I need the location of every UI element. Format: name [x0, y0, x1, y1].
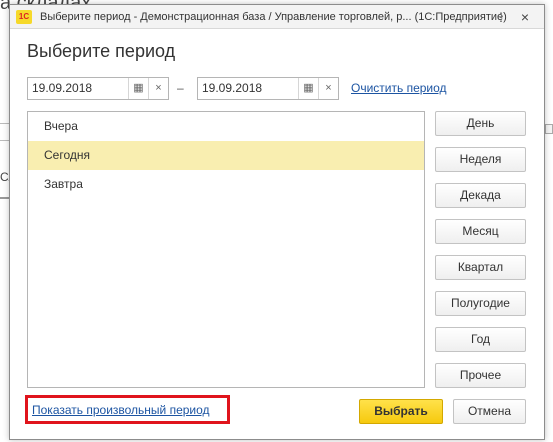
cancel-button[interactable]: Отмена: [453, 399, 526, 424]
half-year-button[interactable]: Полугодие: [435, 291, 526, 316]
date-range-dash: –: [177, 81, 184, 95]
date-to-field[interactable]: 19.09.2018 ▦ ×: [197, 77, 339, 100]
date-to-value[interactable]: 19.09.2018: [198, 78, 298, 99]
quarter-button[interactable]: Квартал: [435, 255, 526, 280]
close-icon[interactable]: ×: [516, 8, 534, 26]
show-custom-period-link[interactable]: Показать произвольный период: [32, 403, 210, 417]
day-button[interactable]: День: [435, 111, 526, 136]
dialog-heading: Выберите период: [27, 41, 176, 61]
select-period-dialog: 1С Выберите период - Демонстрационная ба…: [9, 4, 545, 440]
choose-button[interactable]: Выбрать: [359, 399, 443, 424]
calendar-icon[interactable]: ▦: [128, 78, 148, 99]
list-item-yesterday[interactable]: Вчера: [28, 112, 424, 141]
window-title: Выберите период - Демонстрационная база …: [40, 10, 507, 23]
clear-date-icon[interactable]: ×: [318, 78, 338, 99]
highlight-box: Показать произвольный период: [25, 395, 230, 424]
date-from-value[interactable]: 19.09.2018: [28, 78, 128, 99]
month-button[interactable]: Месяц: [435, 219, 526, 244]
clear-period-link[interactable]: Очистить период: [351, 81, 447, 95]
more-menu-icon[interactable]: ⋮: [492, 8, 510, 26]
date-from-field[interactable]: 19.09.2018 ▦ ×: [27, 77, 169, 100]
window-titlebar: 1С Выберите период - Демонстрационная ба…: [10, 5, 544, 29]
period-list: Вчера Сегодня Завтра: [27, 111, 425, 388]
calendar-icon[interactable]: ▦: [298, 78, 318, 99]
week-button[interactable]: Неделя: [435, 147, 526, 172]
list-item-today[interactable]: Сегодня: [28, 141, 424, 170]
year-button[interactable]: Год: [435, 327, 526, 352]
app-logo-icon: 1С: [16, 9, 32, 24]
list-item-tomorrow[interactable]: Завтра: [28, 170, 424, 199]
other-button[interactable]: Прочее: [435, 363, 526, 388]
decade-button[interactable]: Декада: [435, 183, 526, 208]
clear-date-icon[interactable]: ×: [148, 78, 168, 99]
background-control: [545, 124, 553, 134]
